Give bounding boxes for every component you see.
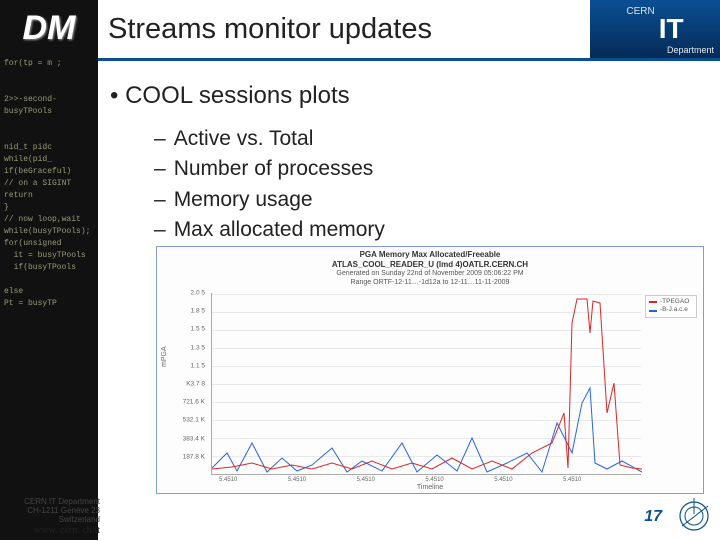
header: Streams monitor updates CERN IT Departme… xyxy=(98,0,720,58)
chart-yticks: 2.0 5 1.8 5 1.5 5 1.3 5 1.1 5 K3.7 8 721… xyxy=(177,293,207,475)
legend-label-0: -TPEGAO xyxy=(660,298,689,306)
cern-ring-icon xyxy=(674,496,714,536)
page-number: 17 xyxy=(644,508,662,526)
xtick: 5.4510 xyxy=(563,477,581,483)
ytick: 532.1 K xyxy=(183,417,205,424)
ytick: 1.5 5 xyxy=(191,326,205,333)
chart-ylabel: mPGA xyxy=(161,346,168,367)
chart-title-1: PGA Memory Max Allocated/Freeable xyxy=(157,250,703,260)
xtick: 5.4510 xyxy=(288,477,306,483)
left-sidebar: DM for(tp = m ; 2>>-second- busyTPools n… xyxy=(0,0,98,540)
footer-line3: Switzerland xyxy=(4,515,100,524)
footer-url: www. cern. ch/it xyxy=(4,525,100,537)
sub-bullet-0: –Active vs. Total xyxy=(154,124,710,154)
footer-address: CERN IT Department CH-1211 Genève 23 Swi… xyxy=(4,497,100,536)
sub-bullet-1-text: Number of processes xyxy=(174,157,374,180)
xtick: 5.4510 xyxy=(357,477,375,483)
xtick: 5.4510 xyxy=(494,477,512,483)
legend-label-1: -B-J.a.c.e xyxy=(660,306,688,314)
dm-logo: DM xyxy=(2,6,96,50)
bullet-main: COOL sessions plots xyxy=(110,82,710,110)
sub-bullet-1: –Number of processes xyxy=(154,154,710,184)
legend-swatch-blue xyxy=(649,310,657,312)
sub-bullet-3: –Max allocated memory xyxy=(154,215,710,245)
plot-area xyxy=(211,293,641,475)
content-area: COOL sessions plots –Active vs. Total –N… xyxy=(110,82,710,246)
cern-it-logo: CERN IT Department xyxy=(590,0,720,58)
ytick: 383.4 K xyxy=(183,435,205,442)
chart-legend: -TPEGAO -B-J.a.c.e xyxy=(645,295,697,318)
chart-range: Range ORTF-12-11…-1d12a to 12-11…11-11-2… xyxy=(157,279,703,288)
cern-text: CERN xyxy=(626,6,654,17)
ytick: 1.3 5 xyxy=(191,344,205,351)
slide-title: Streams monitor updates xyxy=(98,13,432,46)
footer-line2: CH-1211 Genève 23 xyxy=(4,506,100,515)
footer-line1: CERN IT Department xyxy=(4,497,100,506)
ytick: 1.8 5 xyxy=(191,308,205,315)
legend-row-1: -B-J.a.c.e xyxy=(649,306,693,314)
chart-container: PGA Memory Max Allocated/Freeable ATLAS_… xyxy=(156,246,704,494)
ytick: 2.0 5 xyxy=(191,290,205,297)
sub-bullet-2-text: Memory usage xyxy=(174,188,313,211)
sub-bullet-0-text: Active vs. Total xyxy=(174,127,314,150)
chart-titles: PGA Memory Max Allocated/Freeable ATLAS_… xyxy=(157,247,703,288)
department-text: Department xyxy=(667,45,714,55)
sub-bullet-2: –Memory usage xyxy=(154,185,710,215)
sub-bullet-3-text: Max allocated memory xyxy=(174,218,385,241)
chart-subtitle: Generated on Sunday 22nd of November 200… xyxy=(157,270,703,279)
series-red xyxy=(212,293,642,475)
chart-title-2: ATLAS_COOL_READER_U (lmd 4)OATLR.CERN.CH xyxy=(157,260,703,270)
legend-row-0: -TPEGAO xyxy=(649,298,693,306)
xtick: 5.4510 xyxy=(425,477,443,483)
it-text: IT xyxy=(659,13,684,45)
ytick: 1.1 5 xyxy=(191,362,205,369)
ytick: K3.7 8 xyxy=(186,381,205,388)
legend-swatch-red xyxy=(649,301,657,303)
header-divider xyxy=(98,58,720,61)
xtick: 5.4510 xyxy=(219,477,237,483)
ytick: 721.6 K xyxy=(183,399,205,406)
ytick: 187.8 K xyxy=(183,453,205,460)
decorative-code: for(tp = m ; 2>>-second- busyTPools nid_… xyxy=(4,58,94,310)
chart-xlabel: Timeline xyxy=(157,484,703,491)
